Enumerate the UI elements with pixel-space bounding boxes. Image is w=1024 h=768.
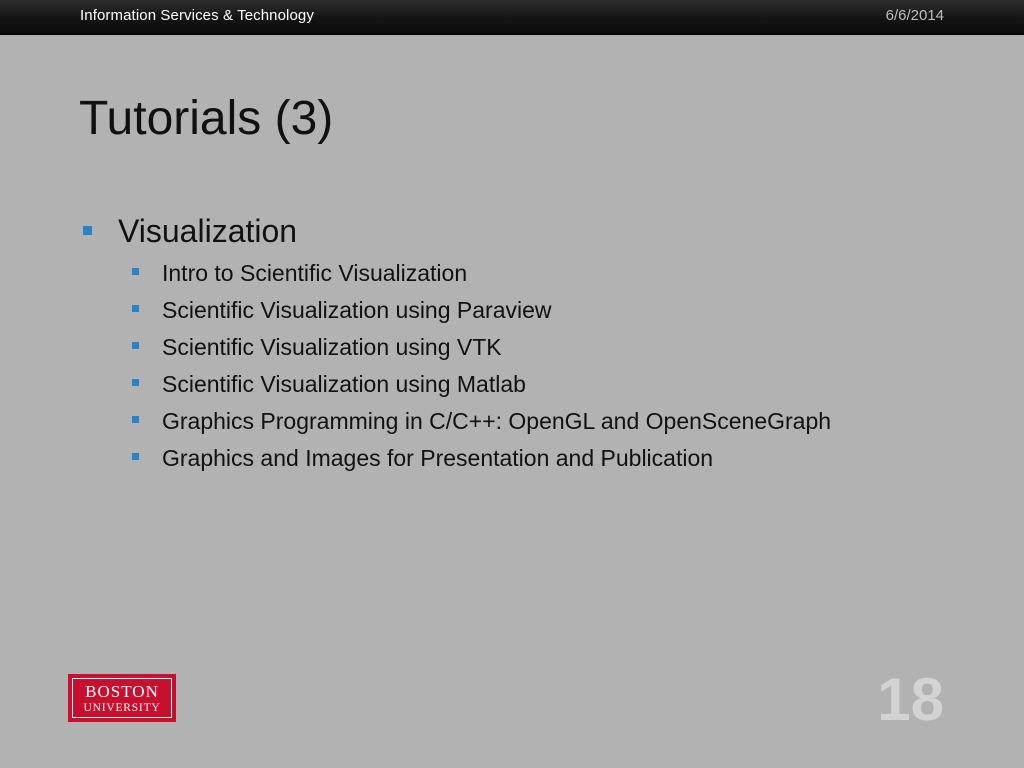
- header-date: 6/6/2014: [885, 7, 944, 24]
- sub-bullet-item: Scientific Visualization using Paraview: [80, 293, 980, 330]
- sub-bullet-item: Graphics Programming in C/C++: OpenGL an…: [80, 404, 980, 441]
- sub-bullet-list: Intro to Scientific Visualization Scient…: [80, 256, 980, 478]
- boston-university-logo: BOSTON UNIVERSITY: [68, 674, 176, 722]
- sub-bullet-item: Graphics and Images for Presentation and…: [80, 441, 980, 478]
- sub-bullet-text: Graphics Programming in C/C++: OpenGL an…: [162, 408, 832, 434]
- bullet-item: Visualization: [80, 212, 980, 252]
- header-organization: Information Services & Technology: [80, 7, 314, 24]
- logo-frame: BOSTON UNIVERSITY: [72, 678, 172, 718]
- square-bullet-icon: [83, 226, 92, 235]
- square-bullet-icon: [132, 416, 139, 423]
- sub-bullet-item: Scientific Visualization using VTK: [80, 330, 980, 367]
- sub-bullet-text: Scientific Visualization using Matlab: [162, 371, 526, 397]
- sub-bullet-text: Scientific Visualization using Paraview: [162, 297, 552, 323]
- square-bullet-icon: [132, 342, 139, 349]
- bullet-text: Visualization: [118, 213, 298, 249]
- slide-number: 18: [877, 666, 944, 733]
- logo-line-university: UNIVERSITY: [83, 702, 161, 714]
- sub-bullet-text: Intro to Scientific Visualization: [162, 260, 468, 286]
- sub-bullet-item: Intro to Scientific Visualization: [80, 256, 980, 293]
- square-bullet-icon: [132, 379, 139, 386]
- square-bullet-icon: [132, 268, 139, 275]
- header-bar: Information Services & Technology 6/6/20…: [0, 0, 1024, 35]
- sub-bullet-text: Graphics and Images for Presentation and…: [162, 445, 714, 471]
- logo-line-boston: BOSTON: [85, 682, 159, 701]
- square-bullet-icon: [132, 453, 139, 460]
- sub-bullet-text: Scientific Visualization using VTK: [162, 334, 502, 360]
- bullet-list: Visualization Intro to Scientific Visual…: [80, 212, 980, 478]
- square-bullet-icon: [132, 305, 139, 312]
- slide-title: Tutorials (3): [79, 92, 334, 145]
- sub-bullet-item: Scientific Visualization using Matlab: [80, 367, 980, 404]
